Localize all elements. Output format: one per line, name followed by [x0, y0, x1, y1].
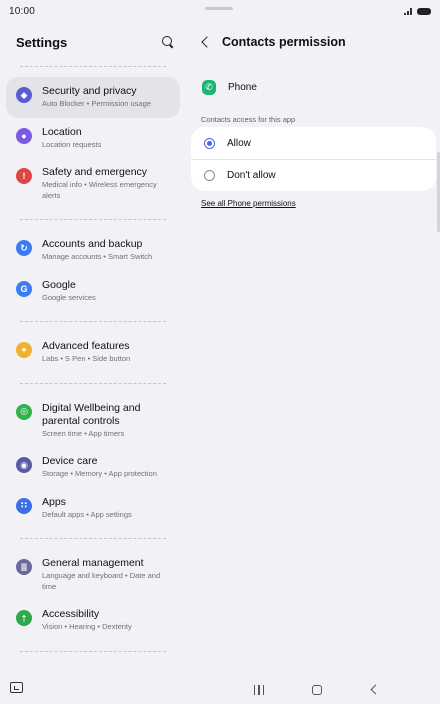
radio-allow[interactable] [204, 137, 215, 149]
settings-item-apps-grid[interactable]: ∷ Apps Default apps • App settings [6, 488, 180, 529]
settings-item-subtitle: Default apps • App settings [42, 509, 132, 519]
home-icon[interactable] [312, 685, 322, 695]
recent-apps-icon[interactable] [254, 685, 264, 695]
section-divider [20, 66, 166, 67]
navigation-bar [0, 672, 440, 704]
settings-item-title: Security and privacy [42, 85, 137, 97]
section-divider [20, 538, 166, 539]
accessibility-icon: † [16, 610, 32, 626]
settings-item-subtitle: Medical info • Wireless emergency alerts [42, 180, 157, 200]
settings-title: Settings [16, 34, 68, 50]
settings-item-text: Digital Wellbeing and parental controls S… [42, 402, 170, 440]
app-name: Phone [228, 81, 257, 93]
settings-item-text: Accounts and backup Manage accounts • Sma… [42, 238, 152, 263]
section-divider [20, 650, 166, 652]
settings-item-subtitle: Language and keyboard • Date and time [42, 571, 161, 591]
settings-item-text: Apps Default apps • App settings [42, 496, 132, 521]
search-icon[interactable] [160, 34, 176, 50]
settings-item-sync[interactable]: ↻ Accounts and backup Manage accounts • Sm… [6, 230, 180, 271]
settings-item-title: Safety and emergency [42, 166, 148, 178]
option-label: Don't allow [227, 170, 276, 181]
status-time: 10:00 [9, 5, 36, 17]
settings-item-title: Location [42, 125, 82, 138]
section-divider [20, 321, 166, 322]
settings-item-shield[interactable]: ◆ Security and privacy Auto Blocker • Perm… [6, 77, 180, 118]
settings-item-location-pin[interactable]: ● Location Location requests [6, 118, 180, 159]
sync-icon: ↻ [16, 240, 32, 256]
settings-item-google[interactable]: G Google Google services [6, 271, 180, 312]
app-row: ✆ Phone [186, 62, 440, 112]
apps-grid-icon: ∷ [16, 497, 32, 514]
settings-item-subtitle: Screen time • App timers [42, 428, 125, 438]
settings-item-wellbeing[interactable]: ◎ Digital Wellbeing and parental controls… [6, 394, 180, 448]
settings-item-subtitle: Labs • S Pen • Side button [42, 354, 131, 363]
battery-icon [417, 7, 431, 15]
settings-item-text: Advanced features Labs • S Pen • Side but… [42, 340, 130, 365]
google-icon: G [16, 280, 32, 297]
device-care-icon: ◉ [16, 457, 32, 473]
settings-pane: Settings ◆ Security and privacy Auto Block… [0, 22, 186, 672]
settings-item-title: Accessibility [42, 608, 100, 620]
settings-item-text: General management Language and keyboard … [42, 557, 170, 592]
option-label: Allow [227, 137, 251, 149]
permission-options-card: Allow Don't allow [191, 127, 436, 191]
back-arrow-icon[interactable] [200, 37, 210, 47]
option-dont-allow[interactable]: Don't allow [191, 159, 436, 191]
settings-item-title: Google [42, 278, 76, 291]
permission-pane: Contacts permission ✆ Phone Contacts acc… [186, 22, 440, 672]
settings-item-subtitle: Manage accounts • Smart Switch [42, 252, 153, 261]
settings-item-subtitle: Auto Blocker • Permission usage [42, 99, 151, 108]
taskbar-toggle-icon[interactable] [10, 682, 23, 693]
option-allow[interactable]: Allow [191, 127, 436, 159]
settings-item-title: Advanced features [42, 340, 130, 352]
settings-item-subtitle: Storage • Memory • App protection [42, 469, 157, 478]
see-all-permissions-link[interactable]: See all Phone permissions [186, 191, 311, 216]
settings-item-text: Safety and emergency Medical info • Wirel… [42, 166, 170, 201]
settings-item-title: Accounts and backup [42, 238, 143, 250]
settings-item-emergency[interactable]: ! Safety and emergency Medical info • Wire… [6, 158, 180, 209]
settings-item-title: Device care [42, 455, 98, 467]
wellbeing-icon: ◎ [16, 403, 32, 420]
radio-dont-allow[interactable] [204, 170, 215, 181]
gear-plus-icon: ✦ [16, 342, 32, 358]
status-bar: 10:00 [0, 0, 440, 22]
section-divider [20, 219, 166, 220]
settings-item-gear-plus[interactable]: ✦ Advanced features Labs • S Pen • Side bu… [6, 332, 180, 373]
sliders-icon: ≣ [16, 559, 32, 575]
nav-back-icon[interactable] [370, 684, 381, 695]
signal-icon [404, 7, 413, 15]
settings-item-subtitle: Google services [42, 292, 96, 302]
settings-item-text: Accessibility Vision • Hearing • Dexterit… [42, 608, 132, 633]
status-icons [404, 7, 431, 15]
phone-app-icon: ✆ [202, 79, 216, 95]
settings-item-subtitle: Vision • Hearing • Dexterity [42, 622, 132, 631]
settings-item-title: Apps [42, 495, 66, 508]
location-pin-icon: ● [16, 127, 32, 144]
emergency-icon: ! [16, 168, 32, 184]
settings-item-device-care[interactable]: ◉ Device care Storage • Memory • App prote… [6, 447, 180, 488]
page-title: Contacts permission [222, 35, 346, 49]
settings-header: Settings [0, 22, 186, 62]
settings-item-text: Security and privacy Auto Blocker • Permi… [42, 85, 151, 110]
settings-item-text: Device care Storage • Memory • App protec… [42, 455, 157, 480]
permission-header: Contacts permission [186, 22, 440, 62]
shield-icon: ◆ [16, 87, 32, 103]
settings-item-title: Digital Wellbeing and parental controls [42, 401, 141, 427]
settings-item-sliders[interactable]: ≣ General management Language and keyboard… [6, 549, 180, 600]
section-divider [20, 382, 166, 384]
settings-item-subtitle: Location requests [42, 139, 102, 149]
settings-item-text: Google Google services [42, 279, 96, 304]
section-label: Contacts access for this app [201, 115, 296, 124]
settings-item-title: General management [42, 557, 144, 569]
settings-item-text: Location Location requests [42, 126, 101, 151]
settings-list: ◆ Security and privacy Auto Blocker • Perm… [0, 66, 186, 652]
multiwindow-handle[interactable] [205, 7, 233, 10]
settings-item-accessibility[interactable]: † Accessibility Vision • Hearing • Dexteri… [6, 600, 180, 641]
